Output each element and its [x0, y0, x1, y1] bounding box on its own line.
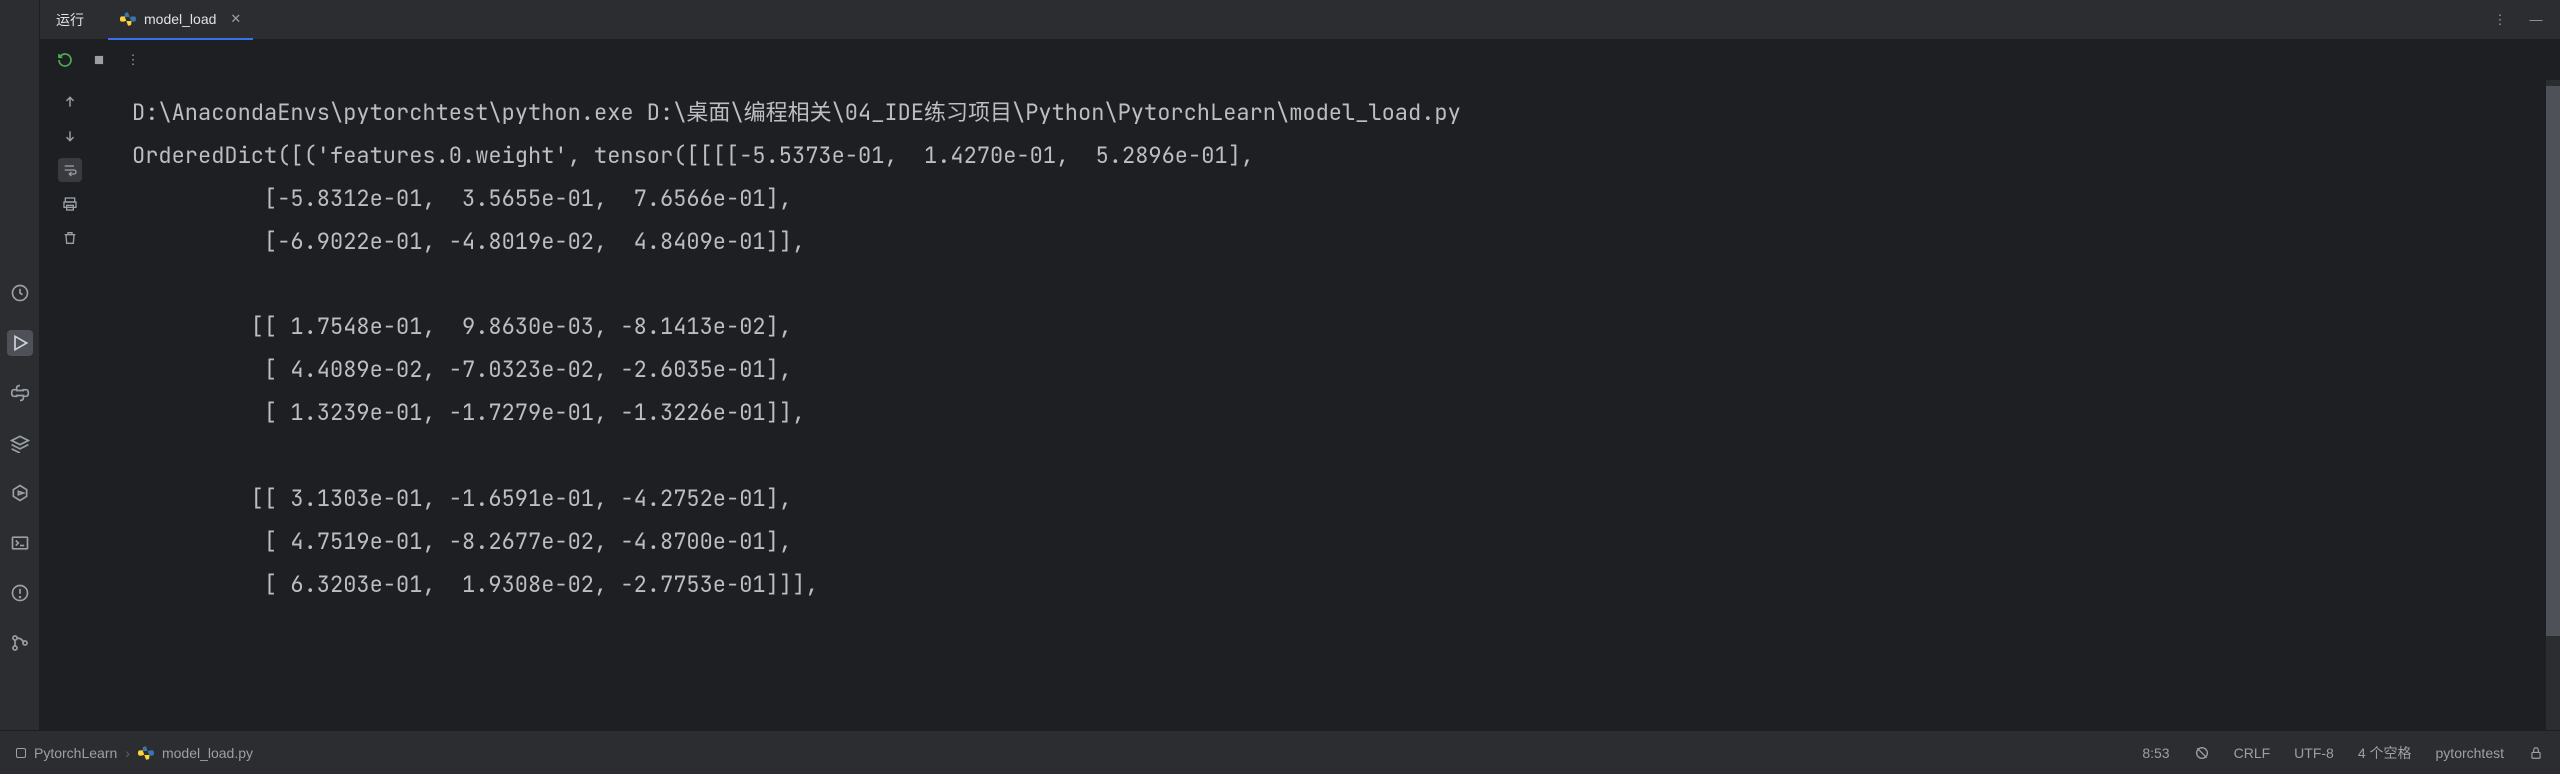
python-file-icon [138, 745, 154, 761]
more-actions-icon[interactable]: ⋮ [124, 51, 142, 69]
cursor-position[interactable]: 8:53 [2142, 745, 2169, 761]
console-line: [ 4.7519e-01, -8.2677e-02, -4.8700e-01], [132, 521, 2560, 564]
console-line [132, 435, 2560, 478]
console-line: [-5.8312e-01, 3.5655e-01, 7.6566e-01], [132, 178, 2560, 221]
run-toolbar: ⋮ [40, 40, 2560, 80]
run-config-tab[interactable]: model_load ✕ [108, 0, 253, 40]
scrollbar-thumb[interactable] [2546, 86, 2560, 636]
console-gutter [40, 80, 100, 730]
run-panel-header: 运行 model_load ✕ ⋮ — [40, 0, 2560, 40]
terminal-icon[interactable] [7, 530, 33, 556]
project-icon [16, 748, 26, 758]
console-line: [ 1.3239e-01, -1.7279e-01, -1.3226e-01]]… [132, 392, 2560, 435]
scroll-up-icon[interactable] [58, 90, 82, 114]
console-line: [ 4.4089e-02, -7.0323e-02, -2.6035e-01], [132, 349, 2560, 392]
indent-settings[interactable]: 4 个空格 [2358, 743, 2412, 763]
print-icon[interactable] [58, 192, 82, 216]
services-icon[interactable] [7, 480, 33, 506]
python-console-icon[interactable] [7, 380, 33, 406]
breadcrumb-file[interactable]: model_load.py [162, 745, 253, 761]
console-line [132, 264, 2560, 307]
console-line: D:\AnacondaEnvs\pytorchtest\python.exe D… [132, 92, 2560, 135]
vcs-icon[interactable] [7, 630, 33, 656]
left-tool-sidebar [0, 0, 40, 730]
soft-wrap-icon[interactable] [58, 158, 82, 182]
console-line: [[ 3.1303e-01, -1.6591e-01, -4.2752e-01]… [132, 478, 2560, 521]
console-line: [-6.9022e-01, -4.8019e-02, 4.8409e-01]], [132, 221, 2560, 264]
breadcrumb[interactable]: PytorchLearn › model_load.py [16, 745, 253, 761]
problems-icon[interactable] [7, 580, 33, 606]
more-icon[interactable]: ⋮ [2492, 12, 2508, 28]
close-icon[interactable]: ✕ [230, 11, 241, 27]
profiler-icon[interactable] [7, 280, 33, 306]
minimize-icon[interactable]: — [2528, 12, 2544, 28]
console-line: OrderedDict([('features.0.weight', tenso… [132, 135, 2560, 178]
line-separator[interactable]: CRLF [2234, 745, 2271, 761]
console-line: [[ 1.7548e-01, 9.8630e-03, -8.1413e-02], [132, 306, 2560, 349]
packages-icon[interactable] [7, 430, 33, 456]
content-row: D:\AnacondaEnvs\pytorchtest\python.exe D… [40, 80, 2560, 730]
reader-mode-icon[interactable] [2194, 745, 2210, 761]
python-file-icon [120, 11, 136, 27]
run-tool-icon[interactable] [7, 330, 33, 356]
chevron-right-icon: › [125, 745, 130, 761]
console-output[interactable]: D:\AnacondaEnvs\pytorchtest\python.exe D… [100, 80, 2560, 730]
console-line: [ 6.3203e-01, 1.9308e-02, -2.7753e-01]]]… [132, 564, 2560, 607]
delete-icon[interactable] [58, 226, 82, 250]
rerun-icon[interactable] [56, 51, 74, 69]
scroll-down-icon[interactable] [58, 124, 82, 148]
breadcrumb-project[interactable]: PytorchLearn [34, 745, 117, 761]
tab-label: model_load [144, 11, 216, 27]
main-area: 运行 model_load ✕ ⋮ — ⋮ [40, 0, 2560, 730]
run-panel-title: 运行 [56, 10, 84, 30]
lock-icon[interactable] [2528, 745, 2544, 761]
status-bar: PytorchLearn › model_load.py 8:53 CRLF U… [0, 730, 2560, 774]
python-interpreter[interactable]: pytorchtest [2436, 745, 2504, 761]
file-encoding[interactable]: UTF-8 [2294, 745, 2334, 761]
vertical-scrollbar[interactable] [2546, 80, 2560, 730]
stop-icon[interactable] [90, 51, 108, 69]
